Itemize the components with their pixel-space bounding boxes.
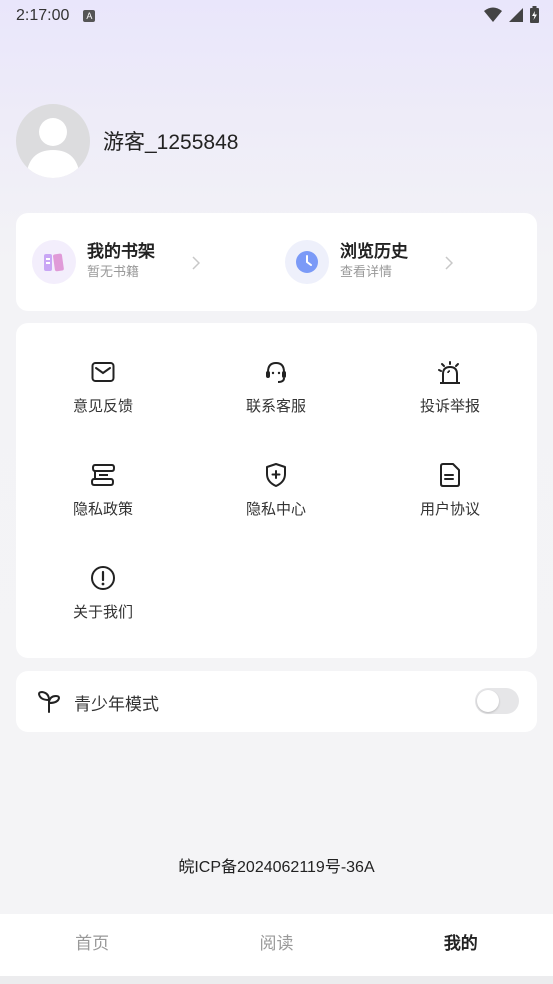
history-entry[interactable]: 浏览历史 查看详情 bbox=[285, 239, 408, 285]
scroll-icon bbox=[90, 462, 116, 488]
menu-item-feedback[interactable]: 意见反馈 bbox=[43, 359, 163, 416]
info-circle-icon bbox=[90, 565, 116, 591]
bookshelf-chevron-right-icon bbox=[192, 256, 200, 270]
wifi-icon bbox=[484, 7, 502, 22]
menu-item-privacy-policy[interactable]: 隐私政策 bbox=[43, 462, 163, 519]
tab-mine[interactable]: 我的 bbox=[369, 914, 553, 976]
history-title: 浏览历史 bbox=[340, 242, 408, 262]
menu-label: 投诉举报 bbox=[419, 397, 480, 415]
bottom-tab-bar: 首页 阅读 我的 bbox=[0, 914, 553, 976]
tab-home[interactable]: 首页 bbox=[0, 914, 184, 976]
clock-icon bbox=[296, 251, 318, 273]
bookshelf-subtitle: 暂无书籍 bbox=[87, 265, 140, 280]
sprout-icon bbox=[38, 691, 60, 713]
signal-icon bbox=[509, 7, 523, 22]
bookshelf-icon-wrap bbox=[32, 240, 76, 284]
menu-label: 联系客服 bbox=[245, 397, 306, 415]
menu-label: 用户协议 bbox=[419, 500, 480, 518]
menu-item-user-agreement[interactable]: 用户协议 bbox=[390, 462, 510, 519]
menu-label: 隐私中心 bbox=[245, 500, 306, 518]
menu-label: 隐私政策 bbox=[72, 500, 133, 518]
menu-item-complaint[interactable]: 投诉举报 bbox=[390, 359, 510, 416]
notification-a-icon: A bbox=[83, 10, 96, 22]
service-menu-card: 意见反馈 联系客服 投诉举报 隐私政策 隐私中心 用户协议 关于我们 bbox=[16, 323, 537, 658]
bookshelf-entry[interactable]: 我的书架 暂无书籍 bbox=[32, 239, 155, 285]
profile-header[interactable]: 游客_1255848 bbox=[16, 104, 238, 178]
menu-item-customer-service[interactable]: 联系客服 bbox=[216, 359, 336, 416]
teen-mode-toggle[interactable] bbox=[475, 688, 519, 714]
history-subtitle: 查看详情 bbox=[340, 265, 393, 280]
teen-mode-label: 青少年模式 bbox=[74, 695, 159, 715]
shield-plus-icon bbox=[263, 462, 289, 488]
battery-icon bbox=[530, 6, 539, 23]
mail-icon bbox=[90, 359, 116, 385]
toggle-knob bbox=[477, 690, 499, 712]
tab-reading[interactable]: 阅读 bbox=[184, 914, 368, 976]
bookshelf-title: 我的书架 bbox=[87, 242, 155, 262]
shelf-card: 我的书架 暂无书籍 浏览历史 查看详情 bbox=[16, 213, 537, 311]
menu-label: 关于我们 bbox=[72, 603, 133, 621]
headset-icon bbox=[263, 359, 289, 385]
alarm-icon bbox=[437, 359, 463, 385]
menu-item-about-us[interactable]: 关于我们 bbox=[43, 565, 163, 622]
status-icons bbox=[484, 6, 539, 23]
document-icon bbox=[437, 462, 463, 488]
status-bar: 2:17:00 A bbox=[0, 0, 553, 32]
history-chevron-right-icon bbox=[445, 256, 453, 270]
menu-label: 意见反馈 bbox=[72, 397, 133, 415]
username: 游客_1255848 bbox=[103, 131, 239, 154]
default-avatar-icon bbox=[26, 118, 80, 178]
icp-record: 皖ICP备2024062119号-36A bbox=[178, 859, 375, 876]
navigation-bar-strip bbox=[0, 976, 553, 984]
books-icon bbox=[44, 253, 64, 272]
menu-item-privacy-center[interactable]: 隐私中心 bbox=[216, 462, 336, 519]
status-time: 2:17:00 bbox=[16, 7, 70, 24]
teen-mode-card: 青少年模式 bbox=[16, 671, 537, 732]
history-icon-wrap bbox=[285, 240, 329, 284]
avatar[interactable] bbox=[16, 104, 90, 178]
